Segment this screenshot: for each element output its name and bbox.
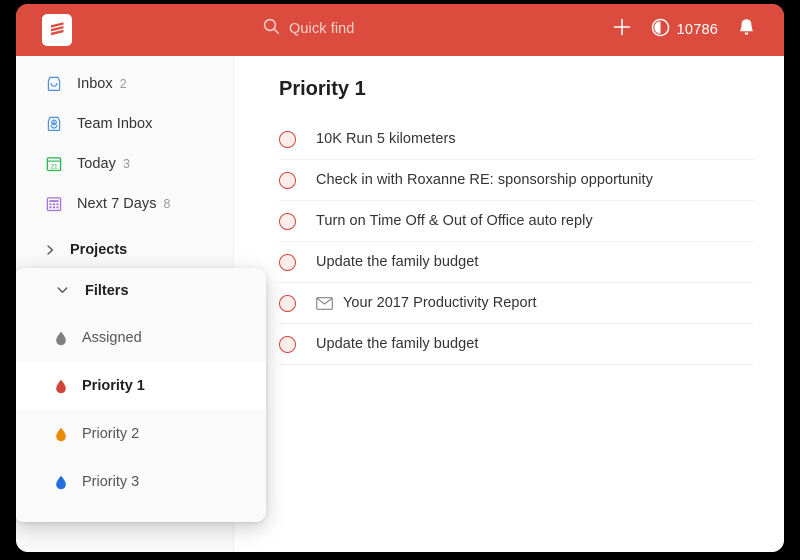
app-window: Quick find 10786 (16, 4, 784, 552)
sidebar-item-inbox[interactable]: Inbox 2 (16, 64, 233, 104)
task-title: Update the family budget (316, 336, 478, 352)
bell-icon (737, 17, 756, 42)
filter-item-label: Priority 1 (82, 378, 145, 394)
sidebar-item-count: 8 (164, 197, 171, 211)
karma-button[interactable]: 10786 (651, 18, 718, 42)
task-title: Your 2017 Productivity Report (343, 295, 537, 311)
task-row[interactable]: Check in with Roxanne RE: sponsorship op… (279, 160, 754, 201)
filters-section-header[interactable]: Filters (16, 268, 266, 314)
filter-item-label: Priority 3 (82, 474, 139, 490)
task-checkbox[interactable] (279, 213, 296, 230)
task-row[interactable]: Your 2017 Productivity Report (279, 283, 754, 324)
task-title: Update the family budget (316, 254, 478, 270)
filter-item-priority-3[interactable]: Priority 3 (16, 458, 266, 506)
filter-item-label: Priority 2 (82, 426, 139, 442)
filters-panel: Filters Assigned Priority 1 (16, 268, 266, 522)
chevron-down-icon (56, 282, 69, 300)
priority-drop-icon (54, 474, 68, 490)
sidebar-item-label: Inbox (77, 76, 113, 92)
app-header: Quick find 10786 (16, 4, 784, 56)
search-input[interactable]: Quick find (263, 18, 354, 40)
priority-drop-icon (54, 426, 68, 442)
task-checkbox[interactable] (279, 336, 296, 353)
sidebar-item-count: 2 (120, 77, 127, 91)
filter-item-priority-2[interactable]: Priority 2 (16, 410, 266, 458)
karma-circle-icon (651, 18, 670, 42)
plus-icon (612, 17, 632, 42)
search-icon (263, 18, 280, 40)
task-title: Turn on Time Off & Out of Office auto re… (316, 213, 593, 229)
sidebar-item-next-7-days[interactable]: Next 7 Days 8 (16, 184, 233, 224)
search-placeholder: Quick find (289, 21, 354, 37)
sidebar-item-today[interactable]: 21 Today 3 (16, 144, 233, 184)
calendar-today-icon: 21 (44, 154, 64, 174)
task-title: Check in with Roxanne RE: sponsorship op… (316, 172, 653, 188)
inbox-icon (44, 74, 64, 94)
karma-count: 10786 (677, 22, 718, 38)
filter-item-label: Assigned (82, 330, 142, 346)
todoist-logo-icon[interactable] (42, 14, 72, 46)
priority-drop-icon (54, 330, 68, 346)
task-checkbox[interactable] (279, 131, 296, 148)
chevron-right-icon (44, 244, 56, 256)
notifications-button[interactable] (737, 17, 756, 42)
filter-item-priority-1[interactable]: Priority 1 (16, 362, 266, 410)
filter-item-assigned[interactable]: Assigned (16, 314, 266, 362)
envelope-icon (316, 297, 333, 310)
task-row[interactable]: Update the family budget (279, 324, 754, 365)
sidebar-item-count: 3 (123, 157, 130, 171)
page-title: Priority 1 (261, 56, 754, 101)
task-title: 10K Run 5 kilometers (316, 131, 456, 147)
task-checkbox[interactable] (279, 172, 296, 189)
add-task-button[interactable] (612, 17, 632, 42)
sidebar-item-label: Next 7 Days (77, 196, 157, 212)
sidebar-section-label: Projects (70, 242, 127, 258)
sidebar-section-projects[interactable]: Projects (16, 230, 233, 270)
sidebar-item-team-inbox[interactable]: Team Inbox (16, 104, 233, 144)
task-checkbox[interactable] (279, 295, 296, 312)
svg-text:21: 21 (50, 163, 58, 170)
task-list: 10K Run 5 kilometers Check in with Roxan… (261, 119, 754, 365)
team-inbox-icon (44, 114, 64, 134)
task-row[interactable]: Update the family budget (279, 242, 754, 283)
task-row[interactable]: Turn on Time Off & Out of Office auto re… (279, 201, 754, 242)
calendar-week-icon (44, 194, 64, 214)
task-checkbox[interactable] (279, 254, 296, 271)
priority-drop-icon (54, 378, 68, 394)
task-row[interactable]: 10K Run 5 kilometers (279, 119, 754, 160)
sidebar-item-label: Today (77, 156, 116, 172)
main-content: Priority 1 10K Run 5 kilometers Check in… (235, 56, 784, 552)
sidebar-item-label: Team Inbox (77, 116, 152, 132)
header-actions: 10786 (612, 17, 756, 42)
filters-title: Filters (85, 283, 129, 299)
